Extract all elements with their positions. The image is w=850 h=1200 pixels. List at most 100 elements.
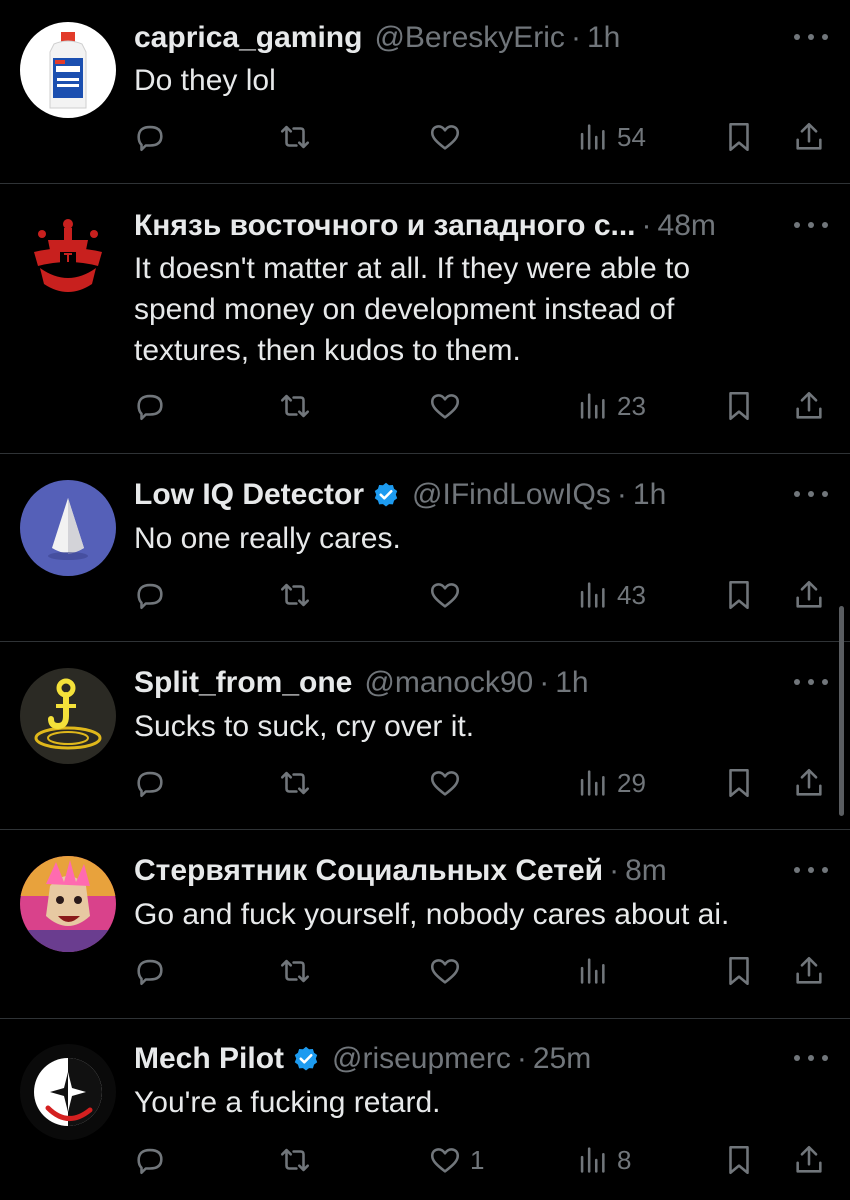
action-bar: 1 8 (0, 1140, 850, 1180)
bookmark-icon (729, 580, 749, 610)
bookmark-icon (729, 391, 749, 421)
timestamp[interactable]: 25m (533, 1042, 591, 1076)
view-count: 8 (617, 1144, 632, 1175)
timestamp[interactable]: 1h (587, 21, 620, 55)
bookmark-button[interactable] (722, 117, 756, 157)
views-button[interactable]: 43 (575, 575, 646, 615)
bookmark-button[interactable] (722, 1140, 756, 1180)
more-options-icon[interactable] (794, 220, 828, 230)
action-bar: 54 (0, 117, 850, 157)
verified-badge-icon (294, 1046, 318, 1071)
like-button[interactable] (428, 951, 470, 991)
share-button[interactable] (792, 117, 826, 157)
share-button[interactable] (792, 386, 826, 426)
heart-icon (430, 125, 460, 150)
separator-dot: · (539, 666, 550, 699)
tweet-text: You're a fucking retard. (134, 1086, 441, 1119)
views-button[interactable]: 8 (575, 1140, 631, 1180)
divider (0, 641, 850, 642)
tweet-header: Стервятник Социальных Сетей · 8m (134, 851, 760, 891)
like-count: 1 (470, 1144, 485, 1175)
like-button[interactable] (428, 575, 470, 615)
avatar[interactable] (20, 210, 116, 306)
timestamp[interactable]: 48m (658, 209, 716, 243)
more-options-icon[interactable] (794, 489, 828, 499)
author-name[interactable]: Mech Pilot (134, 1042, 284, 1076)
views-button[interactable]: 54 (575, 117, 646, 157)
reply-button[interactable] (133, 575, 175, 615)
author-handle[interactable]: @IFindLowIQs (412, 478, 611, 512)
views-button[interactable]: 29 (575, 763, 646, 803)
author-handle[interactable]: @riseupmerc (332, 1042, 511, 1076)
bookmark-button[interactable] (722, 386, 756, 426)
share-icon (796, 580, 822, 608)
retweet-button[interactable] (278, 1140, 320, 1180)
share-button[interactable] (792, 1140, 826, 1180)
author-handle[interactable]: @BereskyEric (374, 21, 565, 55)
author-name[interactable]: caprica_gaming (134, 21, 362, 55)
share-icon (796, 122, 822, 150)
view-count: 43 (617, 579, 646, 610)
like-button[interactable] (428, 763, 470, 803)
scrollbar[interactable] (839, 606, 844, 816)
tweet-header: caprica_gaming @BereskyEric · 1h (134, 18, 760, 58)
divider (0, 829, 850, 830)
verified-badge-icon (374, 482, 398, 507)
bookmark-button[interactable] (722, 951, 756, 991)
retweet-button[interactable] (278, 575, 320, 615)
share-icon (796, 768, 822, 796)
reply-icon (137, 771, 163, 798)
reply-icon (137, 959, 163, 986)
reply-button[interactable] (133, 763, 175, 803)
avatar[interactable] (20, 480, 116, 576)
view-count: 23 (617, 390, 646, 421)
author-name[interactable]: Стервятник Социальных Сетей (134, 854, 603, 888)
avatar[interactable] (20, 668, 116, 764)
views-chart-icon (580, 958, 605, 984)
tweet-text: Do they lol (134, 64, 276, 97)
author-handle[interactable]: @manock90 (364, 666, 533, 700)
timestamp[interactable]: 1h (633, 478, 666, 512)
author-name[interactable]: Low IQ Detector (134, 478, 364, 512)
separator-dot: · (641, 209, 652, 242)
reply-button[interactable] (133, 386, 175, 426)
retweet-button[interactable] (278, 951, 320, 991)
more-options-icon[interactable] (794, 865, 828, 875)
like-button[interactable] (428, 117, 470, 157)
more-options-icon[interactable] (794, 32, 828, 42)
retweet-icon (280, 771, 310, 795)
more-options-icon[interactable] (794, 1053, 828, 1063)
views-button[interactable]: 23 (575, 386, 646, 426)
tweet-text: Go and fuck yourself, nobody cares about… (134, 898, 730, 931)
like-button[interactable]: 1 (428, 1140, 484, 1180)
bookmark-button[interactable] (722, 763, 756, 803)
timestamp[interactable]: 8m (625, 854, 667, 888)
retweet-button[interactable] (278, 763, 320, 803)
action-bar: 29 (0, 763, 850, 803)
avatar[interactable] (20, 1044, 116, 1140)
retweet-button[interactable] (278, 386, 320, 426)
author-name[interactable]: Split_from_one (134, 666, 352, 700)
heart-icon (430, 394, 460, 419)
views-chart-icon (580, 393, 605, 419)
share-button[interactable] (792, 763, 826, 803)
like-button[interactable] (428, 386, 470, 426)
author-name[interactable]: Князь восточного и западного с... (134, 209, 636, 243)
bookmark-button[interactable] (722, 575, 756, 615)
retweet-button[interactable] (278, 117, 320, 157)
views-button[interactable] (575, 951, 617, 991)
tweet-header: Князь восточного и западного с... · 48m (134, 206, 760, 246)
separator-dot: · (516, 1042, 527, 1075)
retweet-icon (280, 394, 310, 418)
reply-button[interactable] (133, 951, 175, 991)
share-button[interactable] (792, 575, 826, 615)
reply-icon (137, 583, 163, 610)
reply-button[interactable] (133, 117, 175, 157)
reply-button[interactable] (133, 1140, 175, 1180)
more-options-icon[interactable] (794, 677, 828, 687)
timestamp[interactable]: 1h (555, 666, 588, 700)
avatar[interactable] (20, 22, 116, 118)
share-icon (796, 1145, 822, 1173)
avatar[interactable] (20, 856, 116, 952)
share-button[interactable] (792, 951, 826, 991)
